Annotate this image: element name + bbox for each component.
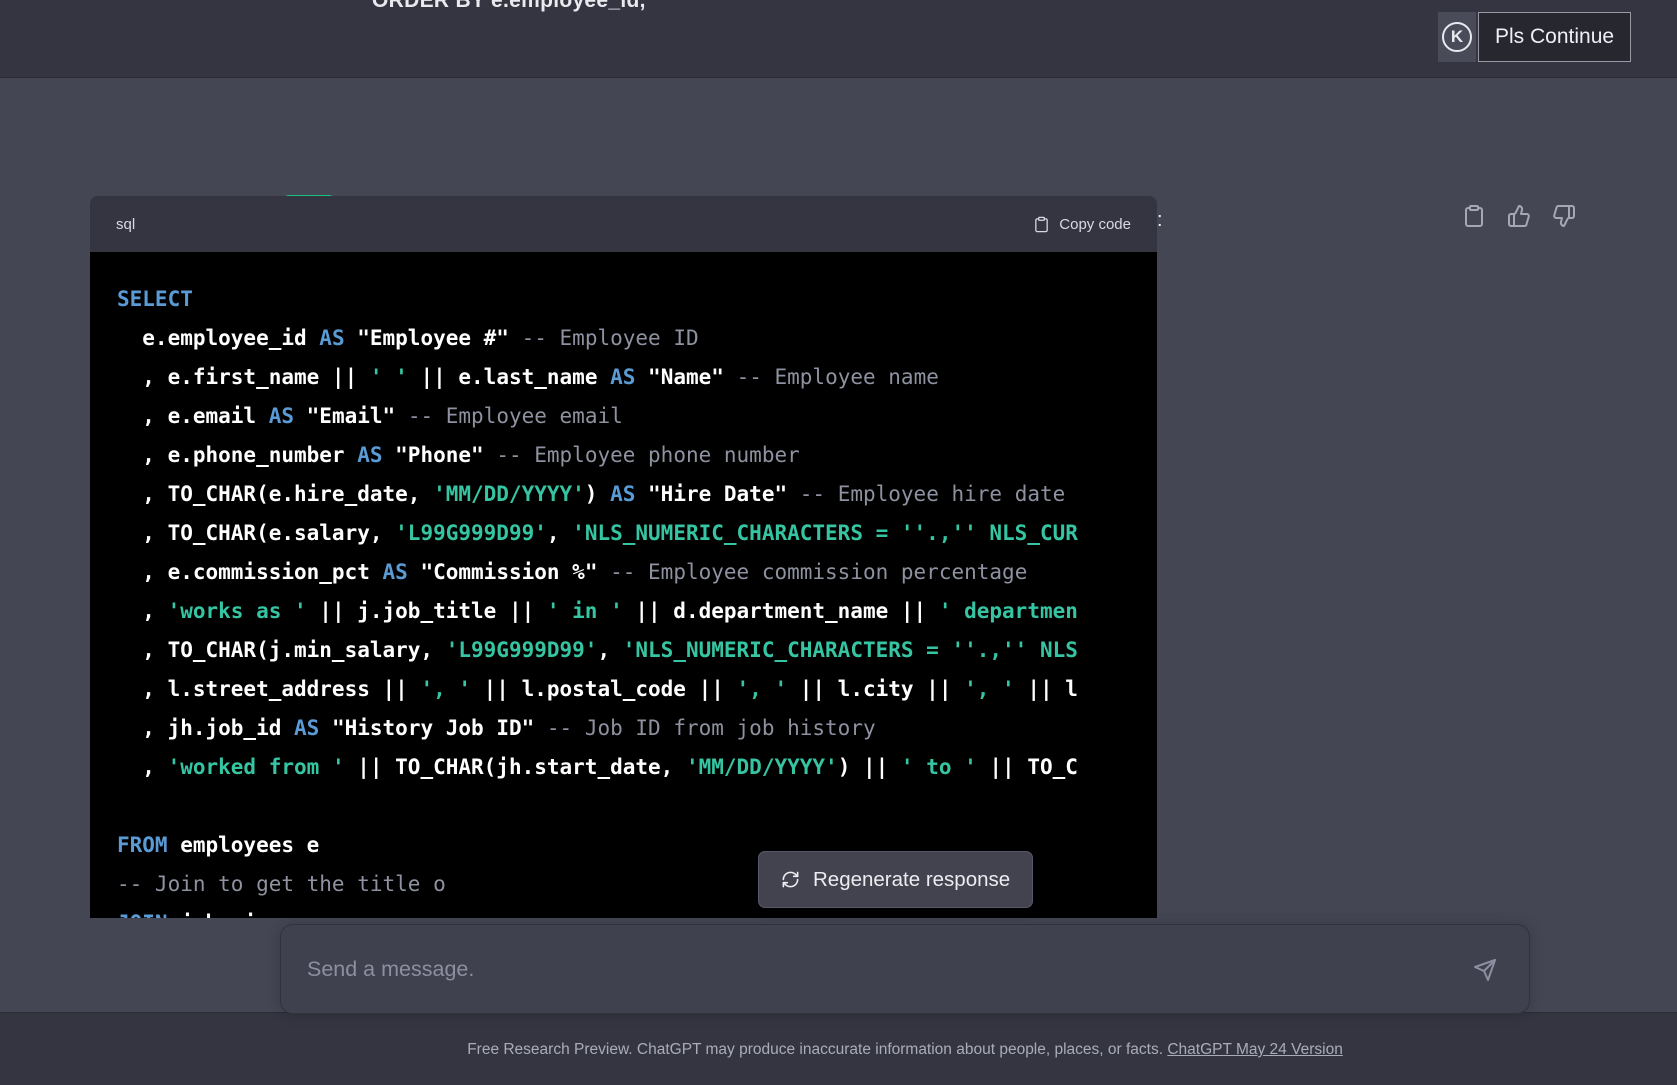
copy-message-icon[interactable]: [1462, 204, 1486, 228]
user-avatar-letter: K: [1442, 22, 1472, 52]
code-line: , l.street_address || ', ' || l.postal_c…: [117, 670, 1157, 709]
user-avatar: K: [1438, 12, 1476, 62]
message-input[interactable]: [281, 957, 1529, 982]
footer: Free Research Preview. ChatGPT may produ…: [0, 1012, 1677, 1085]
code-line: , jh.job_id AS "History Job ID" -- Job I…: [117, 709, 1157, 748]
code-line: , e.email AS "Email" -- Employee email: [117, 397, 1157, 436]
message-actions: [1462, 204, 1576, 228]
regenerate-response-button[interactable]: Regenerate response: [758, 851, 1033, 908]
code-lines: SELECT e.employee_id AS "Employee #" -- …: [90, 252, 1157, 918]
code-line: , 'works as ' || j.job_title || ' in ' |…: [117, 592, 1157, 631]
send-icon[interactable]: [1473, 958, 1497, 982]
code-line: , e.phone_number AS "Phone" -- Employee …: [117, 436, 1157, 475]
chatgpt-page: ORDER BY e.employee_id, K Pls Continue C…: [0, 0, 1677, 1085]
sql-code-block: sql Copy code SELECT e.employee_id AS "E…: [90, 196, 1157, 918]
code-line: , 'worked from ' || TO_CHAR(jh.start_dat…: [117, 748, 1157, 787]
code-line: SELECT: [117, 280, 1157, 319]
regenerate-label: Regenerate response: [813, 868, 1010, 892]
footer-version-link[interactable]: ChatGPT May 24 Version: [1167, 1041, 1342, 1058]
regenerate-icon: [781, 870, 800, 889]
code-line: , e.commission_pct AS "Commission %" -- …: [117, 553, 1157, 592]
code-line: e.employee_id AS "Employee #" -- Employe…: [117, 319, 1157, 358]
thumbs-up-icon[interactable]: [1507, 204, 1531, 228]
message-composer: [280, 924, 1530, 1014]
copy-code-label: Copy code: [1059, 216, 1131, 233]
code-line: , e.first_name || ' ' || e.last_name AS …: [117, 358, 1157, 397]
copy-code-button[interactable]: Copy code: [1033, 216, 1131, 233]
pls-continue-button[interactable]: Pls Continue: [1478, 12, 1631, 62]
user-message-partial-code: ORDER BY e.employee_id,: [372, 0, 646, 13]
user-message-row: ORDER BY e.employee_id, K Pls Continue: [0, 0, 1677, 78]
code-line: , TO_CHAR(e.hire_date, 'MM/DD/YYYY') AS …: [117, 475, 1157, 514]
code-line: , TO_CHAR(j.min_salary, 'L99G999D99', 'N…: [117, 631, 1157, 670]
code-block-header: sql Copy code: [90, 196, 1157, 252]
code-line: , TO_CHAR(e.salary, 'L99G999D99', 'NLS_N…: [117, 514, 1157, 553]
thumbs-down-icon[interactable]: [1552, 204, 1576, 228]
footer-disclaimer-text: Free Research Preview. ChatGPT may produ…: [467, 1041, 1167, 1058]
code-line: [117, 787, 1157, 826]
footer-disclaimer: Free Research Preview. ChatGPT may produ…: [280, 1041, 1530, 1059]
clipboard-icon: [1033, 216, 1050, 233]
code-language-label: sql: [116, 216, 135, 233]
